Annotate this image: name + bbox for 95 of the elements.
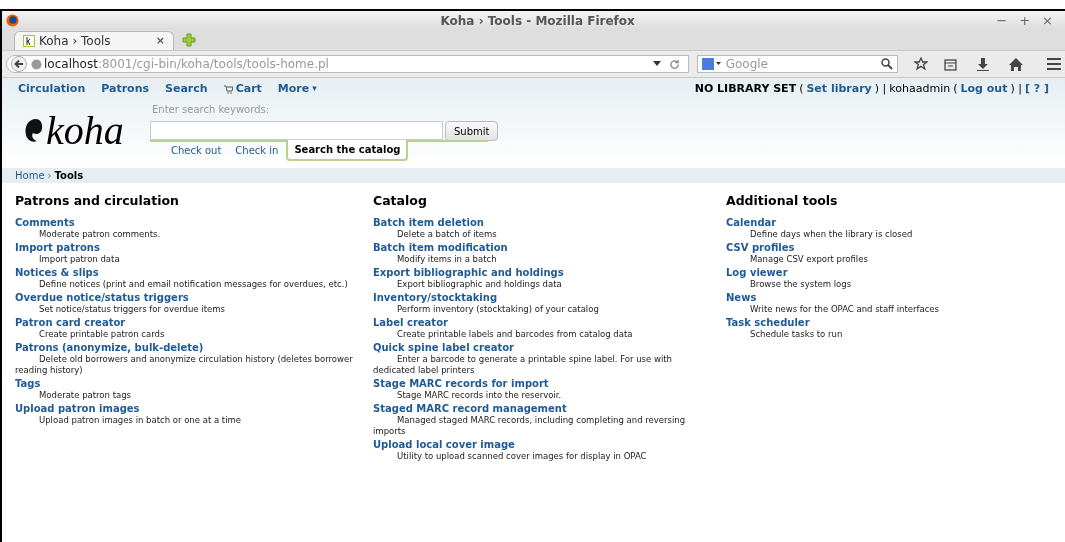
search-label: Enter search keywords: [152,103,271,117]
nav-link[interactable]: Cart [223,80,262,98]
reload-icon[interactable] [668,58,680,70]
tool-description: Browse the system logs [749,278,853,290]
nav-link[interactable]: Patrons [101,80,150,98]
tool-link[interactable]: Inventory/stocktaking [373,290,498,304]
tool-description: Create printable labels and barcodes from catalog data [396,328,634,340]
tool-description: Define notices (print and email notification messages for overdues, etc.) [38,278,349,290]
tool-link[interactable]: Comments [15,215,75,229]
tool-link[interactable]: Quick spine label creator [373,340,515,354]
tool-link[interactable]: Staged MARC record management [373,401,567,415]
nav-link[interactable]: Circulation [18,80,86,98]
nav-link[interactable]: Search [165,80,208,98]
star-icon[interactable] [914,57,929,71]
tool-description: Upload patron images in batch or one at a time [38,414,243,426]
maximize-button[interactable]: + [1019,10,1031,31]
library-status: NO LIBRARY SET [694,80,797,97]
search-tab[interactable]: Check in [229,140,285,161]
tool-link[interactable]: Tags [15,376,41,390]
tool-link[interactable]: Batch item deletion [373,215,484,229]
tool-description: Moderate patron tags [38,389,133,401]
submit-button[interactable]: Submit [445,121,499,141]
search-icon[interactable] [881,58,894,70]
tab-title: Koha › Tools [39,33,111,50]
user-bar-text: ) | [874,80,887,97]
browser-logo-icon [6,14,19,27]
tool-description: Delete old borrowers and anonymize circulation history (deletes borrower reading history) [15,353,354,376]
tool-description: Utility to upload scanned cover images for display in OPAC [396,450,648,462]
tool-description: Import patron data [38,253,121,265]
tool-description: Moderate patron comments. [38,228,162,240]
favicon-icon [23,35,35,47]
home-icon[interactable] [1009,57,1024,71]
tool-link[interactable]: Batch item modification [373,240,508,254]
tool-link[interactable]: Patron card creator [15,315,126,329]
menu-icon[interactable] [1047,58,1061,70]
window-title: Koha › Tools - Mozilla Firefox [440,12,635,30]
tool-link[interactable]: Export bibliographic and holdings [373,265,564,279]
tool-link[interactable]: Patrons (anonymize, bulk-delete) [15,340,204,354]
search-tab[interactable]: Check out [165,140,228,161]
url-field[interactable]: localhost:8001/cgi-bin/koha/tools/tools-home.pl [6,55,689,73]
browser-tab[interactable]: Koha › Tools × [14,31,174,50]
dropdown-icon[interactable] [652,61,661,67]
minimize-button[interactable]: − [996,10,1008,31]
search-tab[interactable]: Search the catalog [286,140,409,161]
tool-description: Export bibliographic and holdings data [396,278,563,290]
tool-description: Manage CSV export profiles [749,253,869,265]
tool-link[interactable]: News [726,290,757,304]
tool-link[interactable]: Label creator [373,315,448,329]
tool-description: Enter a barcode to generate a printable spine label. For use with dedicated label printers [373,353,673,376]
tab-close-button[interactable]: × [155,32,165,50]
breadcrumb-current: Tools [54,169,84,183]
tool-link[interactable]: Upload local cover image [373,437,515,451]
tool-description: Delete a batch of items [396,228,498,240]
tool-description: Set notice/status triggers for overdue items [38,303,226,315]
user-bar-text: kohaadmin [889,80,951,97]
tool-link[interactable]: Stage MARC records for import [373,376,549,390]
tool-description: Write news for the OPAC and staff interfaces [749,303,941,315]
section-heading: Catalog [373,192,428,210]
tool-link[interactable]: Notices & slips [15,265,99,279]
tool-link[interactable]: CSV profiles [726,240,795,254]
tool-description: Define days when the library is closed [749,228,914,240]
tool-description: Create printable patron cards [38,328,166,340]
logo-mark-icon [24,118,44,144]
url-text: localhost:8001/cgi-bin/koha/tools/tools-home.pl [44,56,329,73]
reading-list-icon[interactable] [944,57,958,71]
search-engine-icon[interactable] [701,58,722,70]
tool-description: Stage MARC records into the reservoir. [396,389,563,401]
user-bar-link[interactable]: [ ? ] [1024,80,1049,98]
section-heading: Additional tools [726,192,839,210]
tool-description: Managed staged MARC records, including completing and reversing imports [373,414,687,437]
user-bar-text: ) | [1010,80,1022,97]
user-bar-link[interactable]: Set library [806,80,872,98]
koha-logo[interactable]: koha [2,100,150,152]
tool-description: Schedule tasks to run [749,328,844,340]
breadcrumb-link[interactable]: Home [15,168,45,183]
tool-link[interactable]: Import patrons [15,240,100,254]
tool-link[interactable]: Upload patron images [15,401,140,415]
tool-link[interactable]: Log viewer [726,265,788,279]
tool-link[interactable]: Task scheduler [726,315,810,329]
tool-description: Perform inventory (stocktaking) of your catalog [396,303,600,315]
search-placeholder: Google [725,56,768,73]
tool-description: Modify items in a batch [396,253,498,265]
breadcrumb-separator: › [47,169,52,183]
tool-link[interactable]: Calendar [726,215,777,229]
back-icon[interactable] [11,56,27,72]
download-icon[interactable] [977,57,990,71]
user-bar-link[interactable]: Log out [960,80,1008,98]
user-bar-text: ( [799,80,804,97]
user-bar-text: ( [953,80,958,97]
keyword-field[interactable] [150,121,443,140]
section-heading: Patrons and circulation [15,192,180,210]
tool-link[interactable]: Overdue notice/status triggers [15,290,189,304]
nav-link[interactable]: More ▾ [277,80,317,98]
cart-icon [223,84,233,94]
close-button[interactable]: × [1042,10,1053,31]
